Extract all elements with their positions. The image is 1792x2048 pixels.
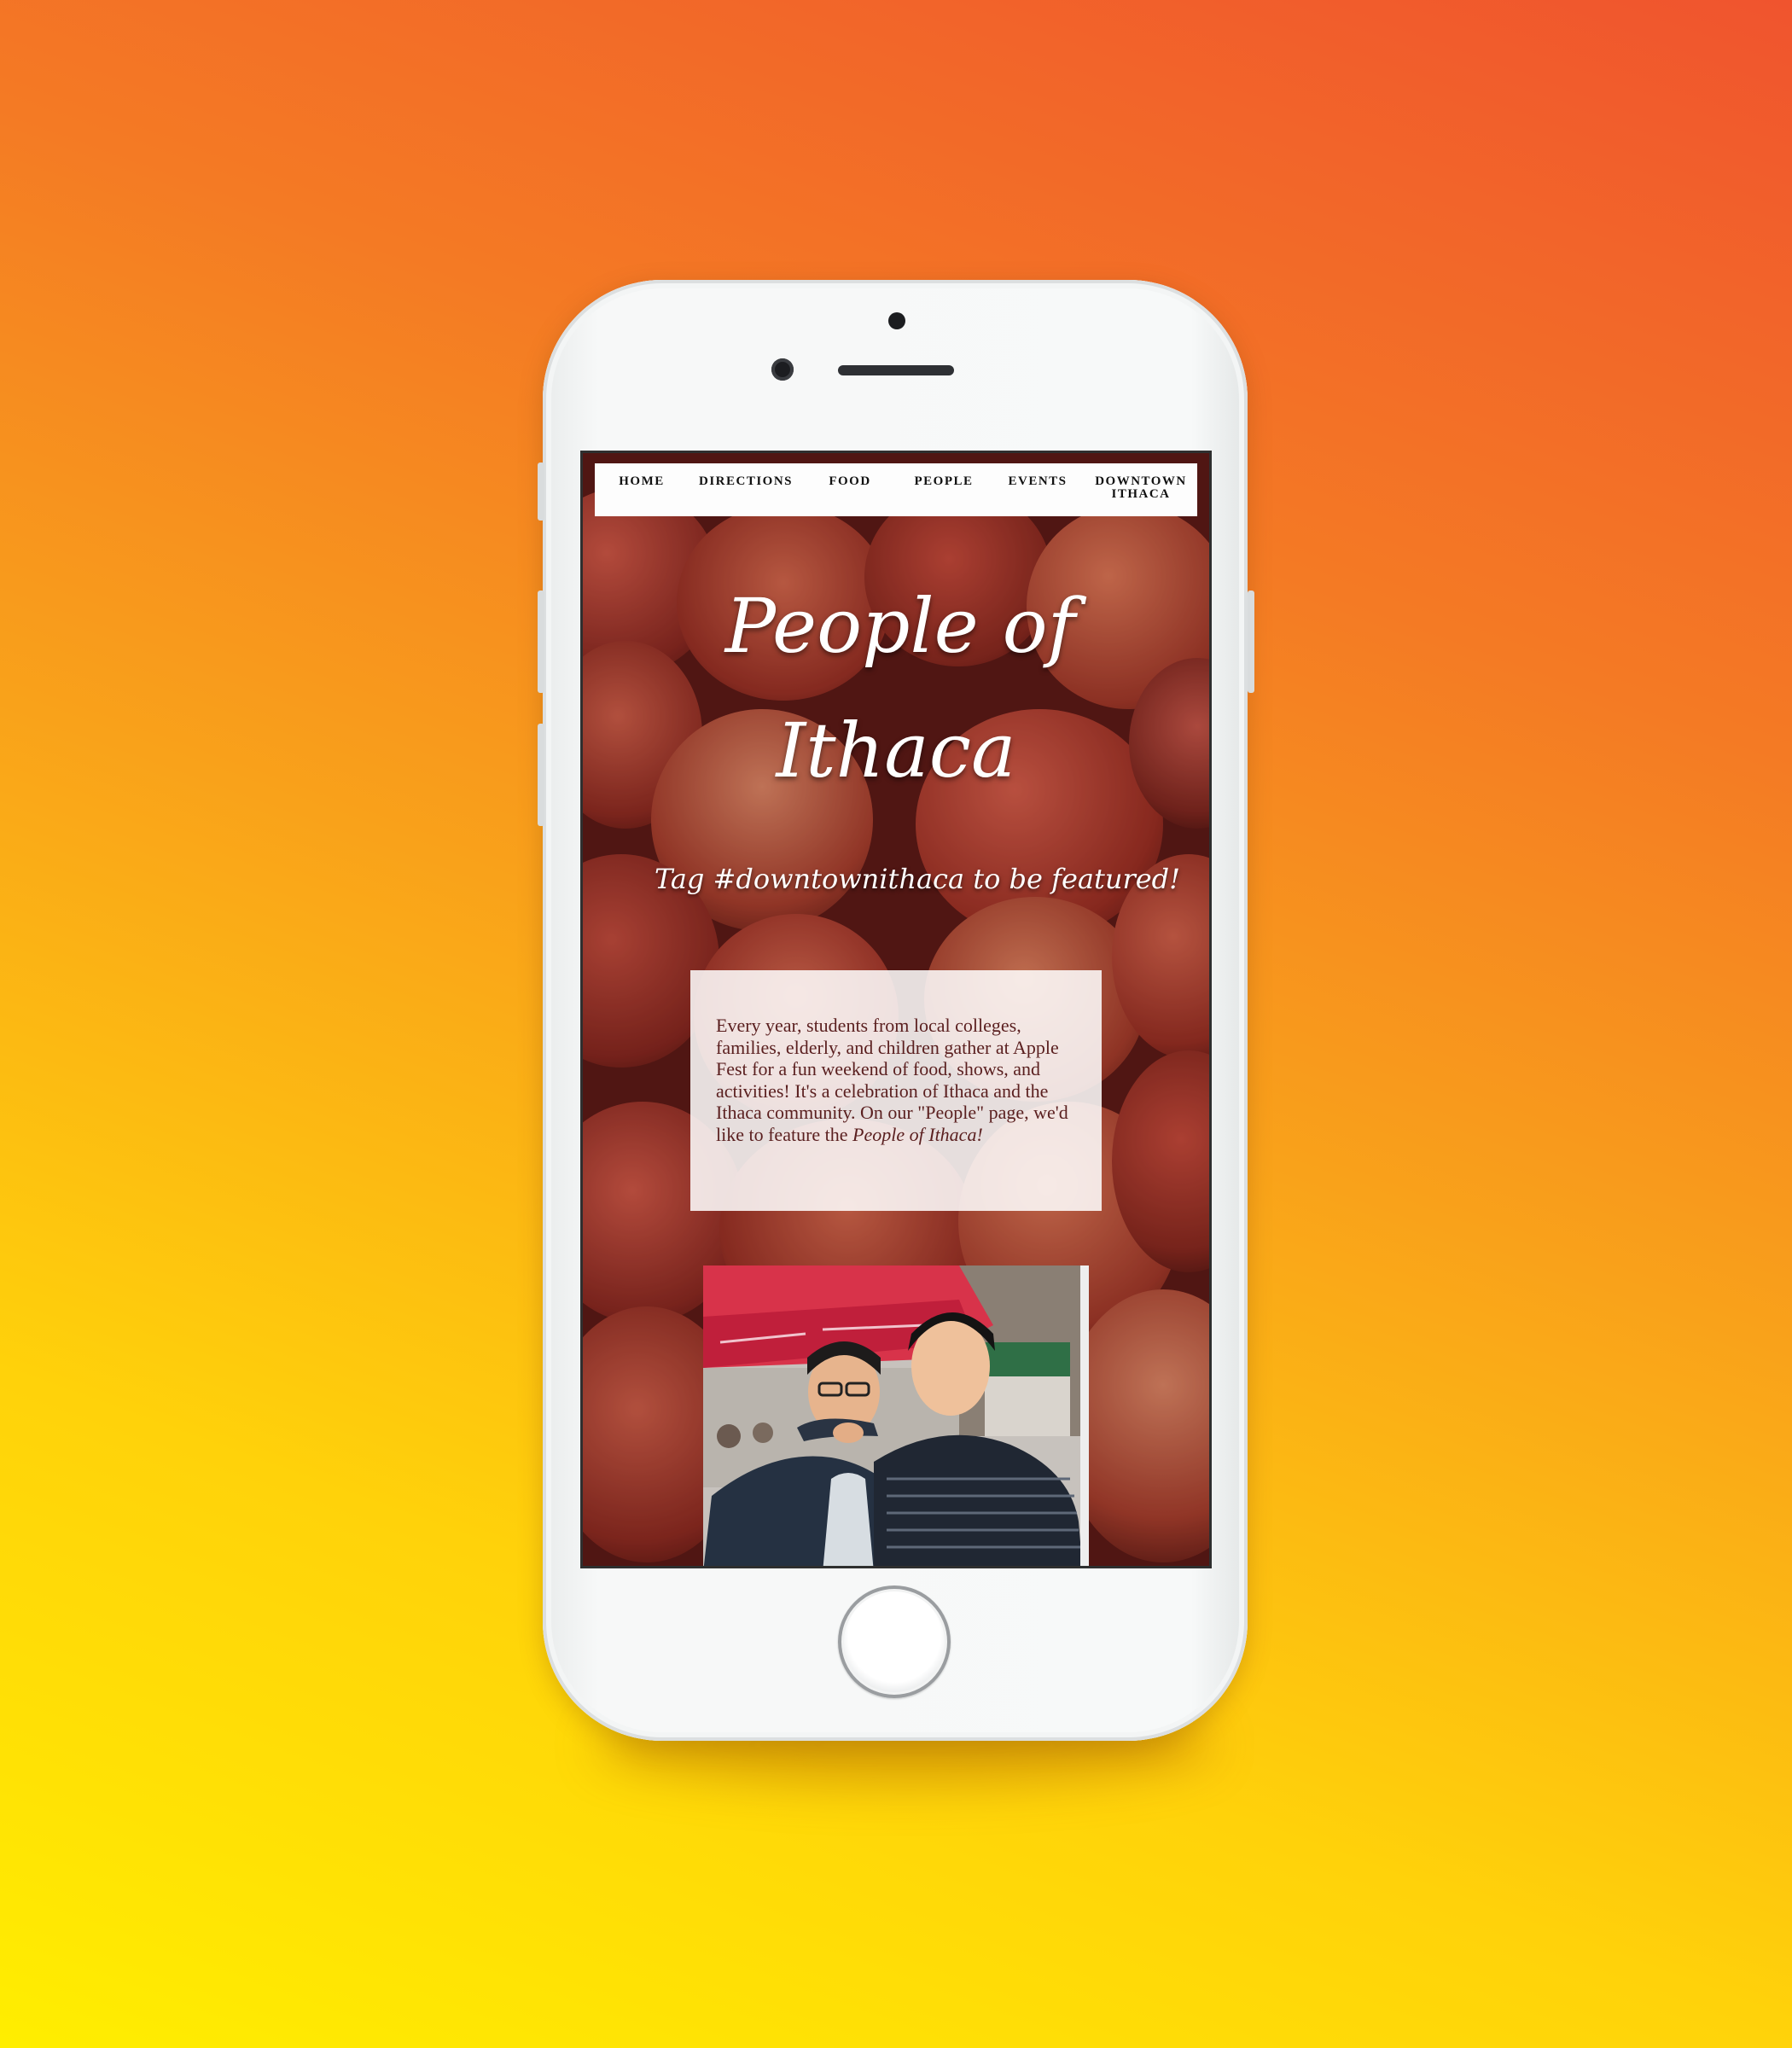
volume-up-button	[538, 591, 544, 693]
nav-downtown-ithaca-link[interactable]: DOWNTOWN ITHACA	[1091, 475, 1191, 501]
intro-text: Every year, students from local colleges…	[716, 1015, 1076, 1145]
home-button[interactable]	[838, 1585, 951, 1698]
front-camera	[771, 358, 794, 381]
silent-switch	[538, 463, 544, 521]
nav-home-link[interactable]: HOME	[601, 475, 683, 488]
earpiece-speaker	[838, 365, 954, 375]
top-nav: HOME DIRECTIONS FOOD PEOPLE EVENTS DOWNT…	[595, 463, 1197, 516]
nav-downtown-line1: DOWNTOWN	[1095, 474, 1187, 488]
volume-down-button	[538, 724, 544, 826]
nav-directions-link[interactable]: DIRECTIONS	[695, 475, 797, 488]
intro-emphasis: People of Ithaca!	[852, 1123, 983, 1145]
nav-food-link[interactable]: FOOD	[809, 475, 891, 488]
phone-screen: HOME DIRECTIONS FOOD PEOPLE EVENTS DOWNT…	[580, 451, 1212, 1568]
people-photo-illustration	[703, 1265, 1089, 1566]
nav-events-link[interactable]: EVENTS	[997, 475, 1079, 488]
intro-card: Every year, students from local colleges…	[690, 970, 1102, 1211]
page-title-line2: Ithaca	[776, 707, 1016, 794]
people-photo	[703, 1265, 1089, 1566]
power-button	[1248, 591, 1254, 693]
hashtag-tagline: Tag #downtownithaca to be featured!	[654, 863, 1181, 895]
page-title-line1: People of	[724, 582, 1076, 670]
nav-people-link[interactable]: PEOPLE	[903, 475, 985, 488]
front-sensor	[888, 312, 905, 329]
nav-downtown-line2: ITHACA	[1111, 487, 1171, 501]
page-title: People of Ithaca	[583, 564, 1209, 813]
